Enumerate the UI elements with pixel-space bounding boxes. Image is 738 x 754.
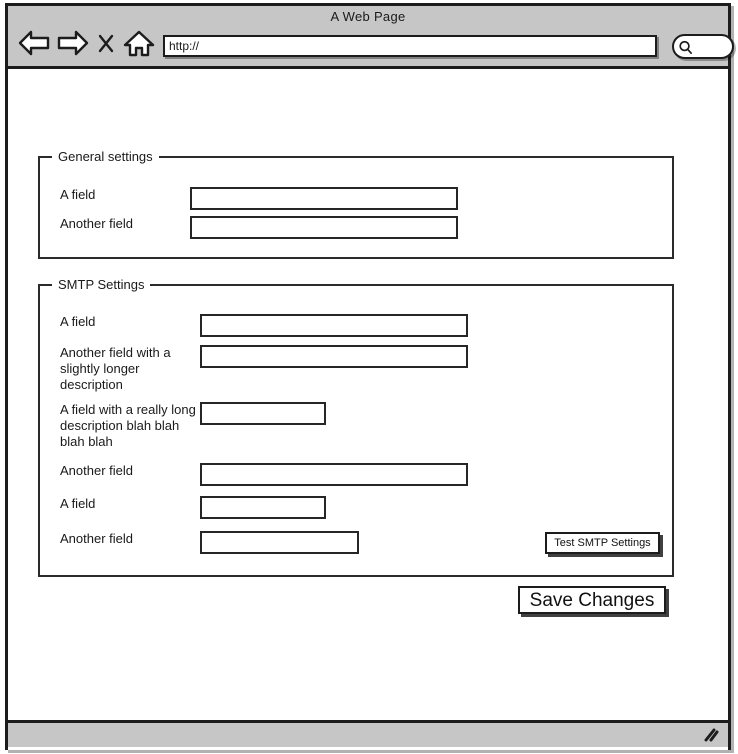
save-changes-button[interactable]: Save Changes: [518, 586, 666, 614]
search-icon: [677, 39, 694, 61]
form-row: Another field: [60, 216, 458, 239]
status-bar: [8, 720, 728, 747]
smtp-field-4-input[interactable]: [200, 496, 326, 519]
form-row: A field: [60, 496, 326, 519]
form-row: A field: [60, 314, 468, 337]
field-label: A field: [60, 496, 96, 511]
form-row: Another field: [60, 531, 359, 554]
form-row: Another field with a slightly longer des…: [60, 345, 468, 393]
general-field-0-input[interactable]: [190, 187, 458, 210]
smtp-field-2-input[interactable]: [200, 402, 326, 425]
forward-arrow-icon[interactable]: [56, 28, 90, 58]
smtp-field-0-input[interactable]: [200, 314, 468, 337]
browser-toolbar: A Web Page http://: [8, 6, 734, 69]
back-arrow-icon[interactable]: [17, 28, 51, 58]
home-icon[interactable]: [122, 28, 156, 58]
field-label: Another field: [60, 463, 133, 478]
field-label: Another field with a slightly longer des…: [60, 345, 171, 392]
smtp-field-3-input[interactable]: [200, 463, 468, 486]
test-smtp-settings-button[interactable]: Test SMTP Settings: [545, 532, 660, 554]
field-label: A field: [60, 187, 96, 202]
field-label: A field with a really long description b…: [60, 402, 196, 449]
url-text: http://: [169, 39, 200, 53]
general-field-1-input[interactable]: [190, 216, 458, 239]
smtp-field-1-input[interactable]: [200, 345, 468, 368]
smtp-settings-legend: SMTP Settings: [52, 277, 151, 292]
url-bar[interactable]: http://: [163, 35, 657, 57]
field-label: Another field: [60, 531, 133, 546]
general-settings-legend: General settings: [52, 149, 159, 164]
navigation-controls: [17, 28, 156, 58]
form-row: A field with a really long description b…: [60, 402, 326, 450]
form-row: Another field: [60, 463, 468, 486]
smtp-settings-fieldset: SMTP Settings A field Another field with…: [38, 277, 674, 577]
browser-window: A Web Page http:// General settings A fi…: [5, 3, 734, 750]
page-content: General settings A field Another field S…: [8, 69, 728, 750]
search-box[interactable]: [672, 34, 734, 59]
stop-x-icon[interactable]: [95, 28, 117, 58]
form-row: A field: [60, 187, 458, 210]
smtp-field-5-input[interactable]: [200, 531, 359, 554]
field-label: Another field: [60, 216, 133, 231]
general-settings-fieldset: General settings A field Another field: [38, 149, 674, 259]
resize-grip-icon[interactable]: [702, 727, 720, 748]
field-label: A field: [60, 314, 96, 329]
window-title: A Web Page: [330, 9, 406, 24]
